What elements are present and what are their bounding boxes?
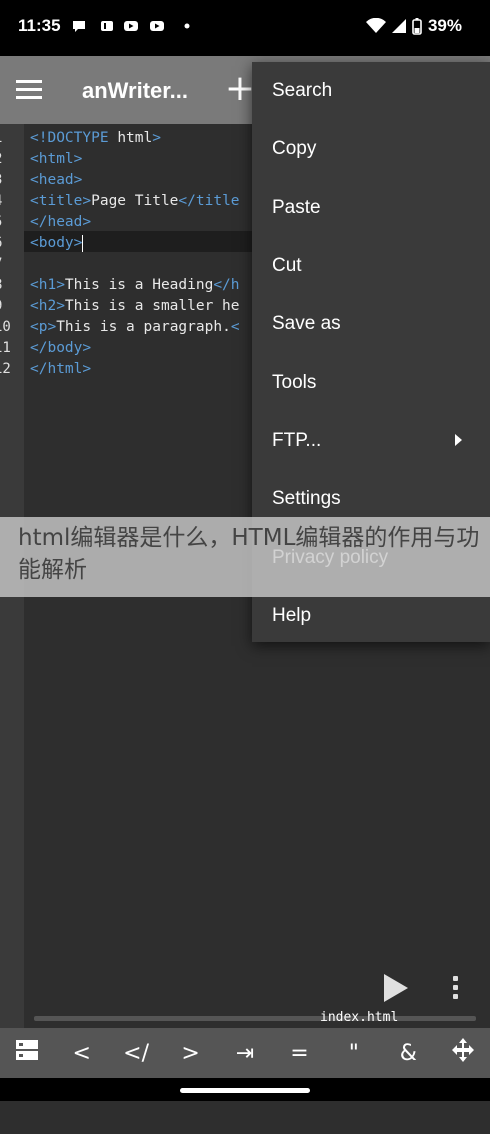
code-text: This is a smaller he (64, 298, 240, 314)
code-text: Page Title (91, 193, 179, 209)
code-tag: < (230, 319, 240, 335)
code-tag: <p> (30, 319, 57, 335)
code-lines: <!DOCTYPE html> <html> <head> <title>Page T… (30, 128, 240, 380)
line-number: 5 (0, 212, 18, 233)
line-number: 9 (0, 296, 18, 317)
battery-icon (412, 17, 422, 35)
line-number: 11 (0, 340, 11, 356)
greater-than-key[interactable]: > (163, 1041, 217, 1066)
menu-item-save-as[interactable]: Save as (252, 295, 490, 353)
code-tag: <head> (30, 172, 83, 188)
code-tag: <body> (30, 235, 83, 251)
code-text: html (117, 130, 153, 146)
code-line: <html> (30, 149, 240, 170)
menu-item-label: Paste (272, 196, 321, 218)
app-title: anWriter... (82, 78, 188, 103)
signal-icon (391, 19, 406, 33)
more-vert-icon[interactable] (451, 976, 459, 1003)
line-number: 10 (0, 319, 11, 335)
youtube-icon (124, 21, 138, 31)
code-line: <title>Page Title</title (30, 191, 240, 212)
close-tag-key[interactable]: </ (109, 1041, 163, 1066)
menu-item-label: Save as (272, 313, 341, 335)
list-icon[interactable] (0, 1039, 54, 1067)
text-cursor (82, 234, 84, 252)
code-line: <body> (30, 233, 240, 254)
line-number: 7 (0, 254, 18, 275)
menu-item-cut[interactable]: Cut (252, 237, 490, 295)
menu-item-tools[interactable]: Tools (252, 353, 490, 411)
menu-item-label: Copy (272, 138, 317, 160)
code-line: <head> (30, 170, 240, 191)
dot-icon (184, 23, 190, 29)
code-tag: </body> (30, 340, 92, 356)
status-bar: 11:35 39% (0, 0, 490, 56)
youtube-icon (150, 21, 164, 31)
chat-icon (73, 21, 85, 32)
code-tag: <title> (30, 193, 92, 209)
code-tag: <h1> (30, 277, 65, 293)
menu-item-label: FTP... (272, 429, 322, 451)
horizontal-scrollbar[interactable] (34, 1016, 476, 1021)
menu-item-search[interactable]: Search (252, 62, 490, 120)
code-line: <h1>This is a Heading</h (30, 275, 240, 296)
line-number: 8 (0, 275, 18, 296)
menu-item-label: Settings (272, 488, 341, 510)
quote-key[interactable]: " (327, 1041, 381, 1066)
code-line: <!DOCTYPE html> (30, 128, 240, 149)
wifi-icon (365, 18, 386, 33)
status-time: 11:35 (18, 16, 61, 35)
line-number: 6 (0, 233, 18, 254)
battery-percent: 39% (427, 16, 462, 35)
code-tag: > (152, 130, 161, 146)
tiktok-icon (101, 21, 113, 31)
code-text: This is a paragraph. (56, 319, 231, 335)
file-name: index.html (320, 1010, 399, 1025)
code-line: </html> (30, 359, 240, 380)
code-tag: </html> (30, 361, 92, 377)
menu-item-label: Search (272, 80, 333, 102)
less-than-key[interactable]: < (54, 1041, 108, 1066)
symbol-keybar: < </> ⇥ = " & (0, 1028, 490, 1078)
code-tag: </h (213, 277, 240, 293)
line-number: 2 (0, 149, 18, 170)
code-tag: </title (178, 193, 240, 209)
menu-icon[interactable] (16, 80, 42, 100)
line-number: 12 (0, 361, 11, 377)
code-tag: <!DOCTYPE (30, 130, 118, 146)
code-line: <h2>This is a smaller he (30, 296, 240, 317)
play-icon[interactable] (384, 974, 408, 1002)
ampersand-key[interactable]: & (381, 1041, 435, 1066)
move-icon[interactable] (436, 1037, 490, 1069)
line-number: 3 (0, 170, 18, 191)
submenu-arrow-icon (455, 433, 462, 446)
menu-item-label: Cut (272, 255, 302, 277)
menu-item-copy[interactable]: Copy (252, 120, 490, 178)
code-line: </head> (30, 212, 240, 233)
status-right: 39% (365, 16, 462, 36)
code-text: This is a Heading (64, 277, 214, 293)
code-tag: <h2> (30, 298, 65, 314)
menu-item-paste[interactable]: Paste (252, 179, 490, 237)
tab-key[interactable]: ⇥ (218, 1041, 272, 1066)
code-tag: <html> (30, 151, 83, 167)
home-gesture-pill[interactable] (180, 1088, 310, 1093)
caption-text: html编辑器是什么，HTML编辑器的作用与功能解析 (18, 525, 480, 583)
code-line: <p>This is a paragraph.< (30, 317, 240, 338)
menu-item-ftp[interactable]: FTP... (252, 412, 490, 470)
line-number: 1 (0, 128, 18, 149)
equals-key[interactable]: = (272, 1041, 326, 1066)
code-line: </body> (30, 338, 240, 359)
menu-item-label: Tools (272, 371, 317, 393)
code-tag: </head> (30, 214, 92, 230)
menu-item-label: Help (272, 604, 312, 626)
line-number: 4 (0, 191, 18, 212)
